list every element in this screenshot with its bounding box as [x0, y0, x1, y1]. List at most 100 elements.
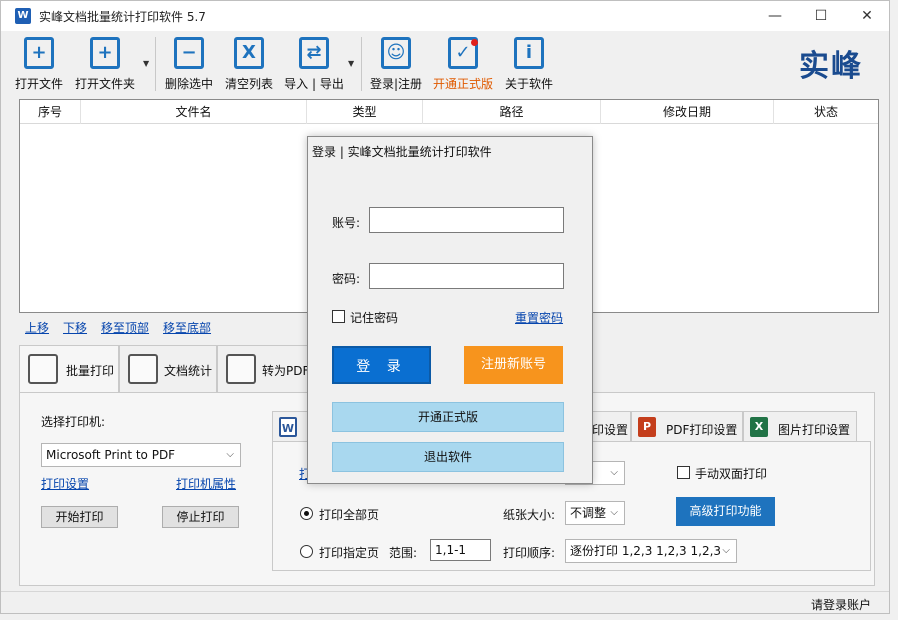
column-header-modified[interactable]: 修改日期	[601, 100, 774, 124]
password-label: 密码:	[332, 272, 361, 286]
tab-batch-print-label: 批量打印	[66, 364, 115, 378]
login-register-button[interactable]: ☺ 登录|注册	[369, 37, 423, 95]
column-header-type[interactable]: 类型	[307, 100, 423, 124]
image-icon: X	[750, 417, 768, 437]
paper-size-select[interactable]: 不调整 ⌵	[565, 501, 625, 525]
move-up-link[interactable]: 上移	[25, 319, 49, 336]
import-dropdown-icon[interactable]: ▼	[348, 59, 354, 68]
remember-password-label: 记住密码	[350, 311, 399, 325]
reset-password-link[interactable]: 重置密码	[515, 309, 563, 326]
file-plus-icon: +	[24, 37, 54, 69]
move-down-link[interactable]: 下移	[63, 319, 87, 336]
move-top-link[interactable]: 移至顶部	[101, 319, 149, 336]
printer-properties-link[interactable]: 打印机属性	[176, 475, 236, 492]
toolbar-separator	[361, 37, 362, 91]
login-dialog-title: 登录 | 实峰文档批量统计打印软件	[312, 145, 492, 159]
import-export-icon: ⇄	[299, 37, 329, 69]
word-icon: W	[279, 417, 297, 437]
about-label: 关于软件	[504, 77, 553, 91]
remember-password-checkbox[interactable]	[332, 310, 345, 323]
import-export-label: 导入 | 导出	[284, 77, 344, 91]
print-order-value: 逐份打印 1,2,3 1,2,3 1,2,3	[570, 544, 722, 558]
upgrade-button[interactable]: ✓ 开通正式版	[431, 37, 495, 95]
window-title: 实峰文档批量统计打印软件 5.7	[39, 10, 206, 24]
chevron-down-icon: ⌵	[610, 467, 618, 478]
start-print-button[interactable]: 开始打印	[41, 506, 118, 528]
user-icon: ☺	[381, 37, 411, 69]
password-input[interactable]	[369, 263, 564, 289]
print-range-radio[interactable]	[300, 545, 313, 558]
column-header-filename[interactable]: 文件名	[81, 100, 307, 124]
print-settings-link[interactable]: 打印设置	[41, 475, 89, 492]
tab-convert-pdf-label: 转为PDF	[262, 364, 310, 378]
minimize-button[interactable]: —	[761, 5, 789, 27]
paper-size-label: 纸张大小:	[503, 508, 556, 522]
maximize-button[interactable]: ☐	[807, 5, 835, 27]
dialog-upgrade-button[interactable]: 开通正式版	[332, 402, 564, 432]
info-icon: i	[514, 37, 544, 69]
import-export-button[interactable]: ⇄ 导入 | 导出	[283, 37, 345, 95]
folder-plus-icon: +	[90, 37, 120, 69]
file-table-header: 序号 文件名 类型 路径 修改日期 状态	[20, 100, 878, 124]
file-minus-icon: −	[174, 37, 204, 69]
close-button[interactable]: ✕	[853, 5, 881, 27]
open-file-button[interactable]: + 打开文件	[13, 37, 65, 95]
status-text: 请登录账户	[810, 598, 871, 612]
tab-batch-print[interactable]: 批量打印	[19, 345, 119, 393]
document-stats-icon	[128, 354, 158, 384]
printer-select[interactable]: Microsoft Print to PDF ⌵	[41, 443, 241, 467]
chevron-down-icon: ⌵	[610, 507, 618, 518]
login-button[interactable]: 登 录	[332, 346, 431, 384]
open-dropdown-icon[interactable]: ▼	[143, 59, 149, 68]
upgrade-label: 开通正式版	[432, 77, 493, 91]
account-input[interactable]	[369, 207, 564, 233]
paper-size-value: 不调整	[570, 506, 607, 520]
chevron-down-icon: ⌵	[226, 449, 234, 460]
clear-list-button[interactable]: X 清空列表	[223, 37, 275, 95]
move-bottom-link[interactable]: 移至底部	[163, 319, 211, 336]
exit-software-button[interactable]: 退出软件	[332, 442, 564, 472]
tab-document-stats[interactable]: 文档统计	[119, 345, 217, 393]
choose-printer-label: 选择打印机:	[41, 415, 106, 429]
open-folder-button[interactable]: + 打开文件夹	[73, 37, 137, 95]
app-icon: W	[15, 8, 31, 24]
manual-duplex-label: 手动双面打印	[695, 467, 768, 481]
status-bar: 请登录账户	[1, 591, 889, 613]
manual-duplex-checkbox[interactable]	[677, 466, 690, 479]
tab-document-stats-label: 文档统计	[164, 364, 213, 378]
pen-document-icon	[226, 354, 256, 384]
column-header-index[interactable]: 序号	[20, 100, 81, 124]
login-register-label: 登录|注册	[369, 77, 423, 91]
main-window: W 实峰文档批量统计打印软件 5.7 — ☐ ✕ + 打开文件 + 打开文件夹 …	[0, 0, 890, 614]
printer-icon	[28, 354, 58, 384]
tab-convert-pdf[interactable]: 转为PDF	[217, 345, 313, 393]
clear-list-label: 清空列表	[224, 77, 273, 91]
range-label: 范围:	[389, 546, 418, 560]
range-input[interactable]: 1,1-1	[430, 539, 491, 561]
print-order-label: 打印顺序:	[503, 546, 556, 560]
print-order-select[interactable]: 逐份打印 1,2,3 1,2,3 1,2,3 ⌵	[565, 539, 737, 563]
subtab-pdf-settings[interactable]: P PDF打印设置	[631, 411, 743, 441]
login-dialog: 登录 | 实峰文档批量统计打印软件 账号: 密码: 记住密码 重置密码 登 录 …	[307, 136, 593, 484]
subtab-word[interactable]: W	[272, 411, 308, 441]
print-range-label: 打印指定页	[319, 546, 380, 560]
chevron-down-icon: ⌵	[722, 545, 730, 556]
brand-logo: 实峰	[799, 49, 863, 84]
pdf-settings-label: PDF打印设置	[666, 423, 738, 437]
stop-print-button[interactable]: 停止打印	[162, 506, 239, 528]
print-all-radio[interactable]	[300, 507, 313, 520]
subtab-image-settings[interactable]: X 图片打印设置	[743, 411, 857, 441]
print-all-label: 打印全部页	[319, 508, 380, 522]
login-dialog-titlebar: 登录 | 实峰文档批量统计打印软件	[308, 137, 592, 163]
about-button[interactable]: i 关于软件	[503, 37, 555, 95]
toolbar-separator	[155, 37, 156, 91]
printer-select-value: Microsoft Print to PDF	[46, 448, 176, 462]
delete-selected-button[interactable]: − 删除选中	[163, 37, 215, 95]
register-button[interactable]: 注册新账号	[464, 346, 563, 384]
advanced-print-button[interactable]: 高级打印功能	[676, 497, 775, 526]
column-header-path[interactable]: 路径	[423, 100, 601, 124]
title-bar: W 实峰文档批量统计打印软件 5.7 — ☐ ✕	[1, 1, 889, 31]
file-x-icon: X	[234, 37, 264, 69]
column-header-status[interactable]: 状态	[774, 100, 878, 124]
account-label: 账号:	[332, 216, 361, 230]
